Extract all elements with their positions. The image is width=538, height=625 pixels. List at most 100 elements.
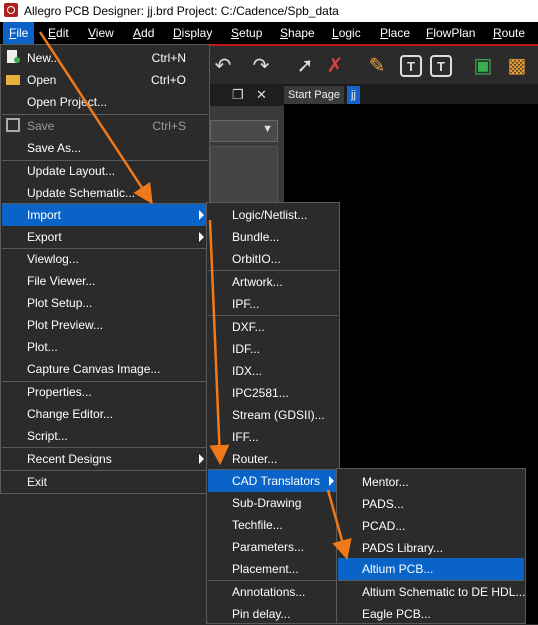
- menu-view[interactable]: View: [88, 26, 114, 40]
- save-icon: [6, 118, 20, 132]
- menu-item-label: Save As...: [27, 141, 82, 155]
- menu-item-label: Update Layout...: [27, 164, 116, 178]
- menu-item-label: Capture Canvas Image...: [27, 362, 161, 376]
- menu-item-label: Mentor...: [362, 475, 409, 489]
- menu-item-pads[interactable]: PADS...: [338, 493, 524, 515]
- menu-item-exit[interactable]: Exit: [2, 471, 208, 493]
- menu-item-bundle[interactable]: Bundle...: [208, 226, 338, 248]
- tab-jj[interactable]: jj: [347, 86, 360, 104]
- menu-item-iff[interactable]: IFF...: [208, 426, 338, 448]
- component-icon[interactable]: ▣: [470, 52, 496, 78]
- menu-item-label: IPC2581...: [232, 386, 289, 400]
- menu-item-update-layout[interactable]: Update Layout...: [2, 160, 208, 182]
- menu-item-annotations[interactable]: Annotations...: [208, 581, 338, 603]
- menu-item-label: Plot...: [27, 340, 58, 354]
- menu-item-label: IDF...: [232, 342, 261, 356]
- add-text-icon[interactable]: T: [400, 55, 422, 77]
- tab-start-page[interactable]: Start Page: [284, 86, 344, 104]
- shortcut: Ctrl+N: [151, 51, 186, 65]
- menu-item-import[interactable]: Import: [2, 204, 208, 226]
- menu-edit[interactable]: Edit: [48, 26, 69, 40]
- menu-item-label: Change Editor...: [27, 407, 114, 421]
- menu-file[interactable]: File: [3, 22, 35, 44]
- menu-item-label: Open: [27, 73, 57, 87]
- menu-item-change-editor[interactable]: Change Editor...: [2, 403, 208, 425]
- menu-add[interactable]: Add: [133, 26, 154, 40]
- menu-item-ipc2581[interactable]: IPC2581...: [208, 382, 338, 404]
- panel-dropdown[interactable]: ▼: [210, 120, 278, 142]
- menu-item-recent-designs[interactable]: Recent Designs: [2, 448, 208, 470]
- menu-item-label: Pin delay...: [232, 607, 291, 621]
- submenu-arrow-icon: [199, 210, 204, 220]
- menu-item-label: IPF...: [232, 297, 260, 311]
- menu-item-idx[interactable]: IDX...: [208, 360, 338, 382]
- menu-item-open[interactable]: Open Ctrl+O: [2, 69, 208, 91]
- menu-item-label: Import: [27, 208, 62, 222]
- menu-item-label: DXF...: [232, 320, 265, 334]
- menu-item-update-schematic[interactable]: Update Schematic...: [2, 182, 208, 204]
- menu-item-label: PCAD...: [362, 519, 406, 533]
- redo-icon[interactable]: ↷: [248, 52, 274, 78]
- menu-item-label: Router...: [232, 452, 278, 466]
- menu-item-new[interactable]: New... Ctrl+N: [2, 47, 208, 69]
- menu-item-label: IFF...: [232, 430, 259, 444]
- menu-item-export[interactable]: Export: [2, 226, 208, 248]
- close-icon[interactable]: ✕: [256, 87, 267, 103]
- add-line-icon[interactable]: ✎: [364, 52, 390, 78]
- menu-item-script[interactable]: Script...: [2, 425, 208, 447]
- menu-place[interactable]: Place: [380, 26, 410, 40]
- toolbar: ↶ ↷ ➚ ✗ ✎ T T ▣ ▩: [208, 46, 538, 84]
- menu-item-orbitio[interactable]: OrbitIO...: [208, 248, 338, 270]
- menu-item-ipf[interactable]: IPF...: [208, 293, 338, 315]
- menu-item-logic-netlist[interactable]: Logic/Netlist...: [208, 204, 338, 226]
- menu-shape[interactable]: Shape: [280, 26, 315, 40]
- menu-item-label: Update Schematic...: [27, 186, 136, 200]
- menu-item-router[interactable]: Router...: [208, 448, 338, 470]
- restore-icon[interactable]: ❐: [232, 87, 244, 103]
- menu-item-open-project[interactable]: Open Project...: [2, 91, 208, 113]
- menu-item-stream-gdsii[interactable]: Stream (GDSII)...: [208, 404, 338, 426]
- menu-item-techfile[interactable]: Techfile...: [208, 514, 338, 536]
- unpin-icon[interactable]: ✗: [322, 52, 348, 78]
- menu-item-parameters[interactable]: Parameters...: [208, 536, 338, 558]
- chip-icon[interactable]: ▩: [504, 52, 530, 78]
- menu-logic[interactable]: Logic: [332, 26, 361, 40]
- menu-item-eagle-pcb[interactable]: Eagle PCB...: [338, 603, 524, 625]
- menu-item-artwork[interactable]: Artwork...: [208, 271, 338, 293]
- menu-item-idf[interactable]: IDF...: [208, 338, 338, 360]
- menu-item-viewlog[interactable]: Viewlog...: [2, 248, 208, 270]
- menu-item-save-as[interactable]: Save As...: [2, 137, 208, 159]
- undo-icon[interactable]: ↶: [210, 52, 236, 78]
- menu-item-mentor[interactable]: Mentor...: [338, 471, 524, 493]
- menu-item-altium-pcb[interactable]: Altium PCB...: [338, 558, 524, 580]
- menu-item-plot[interactable]: Plot...: [2, 336, 208, 358]
- menu-item-file-viewer[interactable]: File Viewer...: [2, 270, 208, 292]
- edit-text-icon[interactable]: T: [430, 55, 452, 77]
- menu-item-properties[interactable]: Properties...: [2, 381, 208, 403]
- menu-item-cad-translators[interactable]: CAD Translators: [208, 470, 338, 492]
- menu-flowplan[interactable]: FlowPlan: [426, 26, 475, 40]
- menu-display[interactable]: Display: [173, 26, 212, 40]
- menu-item-placement[interactable]: Placement...: [208, 558, 338, 580]
- menu-item-label: Properties...: [27, 385, 92, 399]
- menu-item-sub-drawing[interactable]: Sub-Drawing: [208, 492, 338, 514]
- menu-item-pin-delay[interactable]: Pin delay...: [208, 603, 338, 625]
- title-bar: Allegro PCB Designer: jj.brd Project: C:…: [0, 0, 538, 22]
- menu-item-label: Exit: [27, 475, 48, 489]
- menu-item-dxf[interactable]: DXF...: [208, 316, 338, 338]
- menu-item-plot-preview[interactable]: Plot Preview...: [2, 314, 208, 336]
- menu-item-save[interactable]: Save Ctrl+S: [2, 115, 208, 137]
- cad-translators-submenu: Mentor... PADS... PCAD... PADS Library..…: [336, 468, 526, 624]
- menu-item-altium-schematic[interactable]: Altium Schematic to DE HDL...: [338, 581, 526, 603]
- menu-setup[interactable]: Setup: [231, 26, 262, 40]
- menu-item-label: IDX...: [232, 364, 263, 378]
- menu-route[interactable]: Route: [493, 26, 525, 40]
- menu-item-pcad[interactable]: PCAD...: [338, 515, 524, 537]
- menu-item-label: Altium Schematic to DE HDL...: [362, 585, 526, 599]
- pin-icon[interactable]: ➚: [292, 52, 318, 78]
- allegro-app-icon: [4, 3, 18, 17]
- menu-item-pads-library[interactable]: PADS Library...: [338, 537, 524, 559]
- menu-item-label: PADS Library...: [362, 541, 443, 555]
- menu-item-capture-canvas[interactable]: Capture Canvas Image...: [2, 358, 208, 380]
- menu-item-plot-setup[interactable]: Plot Setup...: [2, 292, 208, 314]
